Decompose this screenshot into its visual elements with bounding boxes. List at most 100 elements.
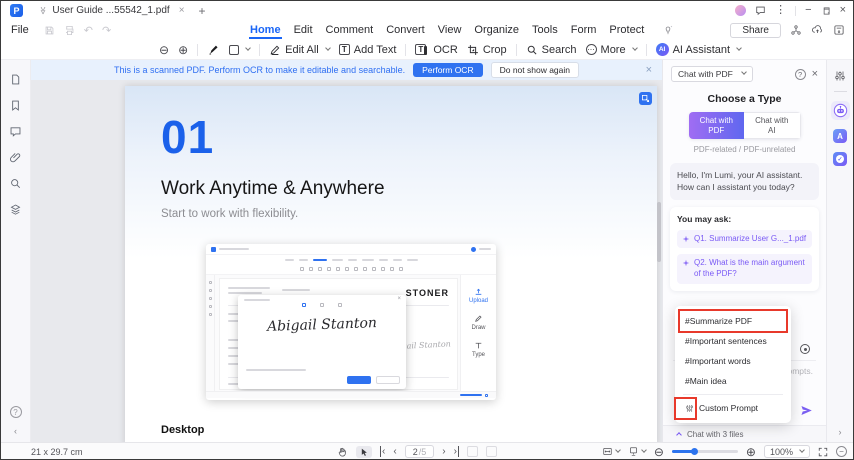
- page-number-input[interactable]: 2 /5: [404, 445, 435, 458]
- section-heading: Desktop: [161, 424, 205, 436]
- more-button[interactable]: … More: [585, 44, 638, 56]
- panel-close-icon[interactable]: ×: [812, 68, 818, 80]
- suggestion-q1[interactable]: Q1. Summarize User G..._1.pdf: [677, 229, 812, 249]
- panel-settings-icon[interactable]: [834, 70, 846, 82]
- edit-all-button[interactable]: Edit All: [269, 44, 331, 56]
- divider: [795, 5, 797, 16]
- chat-with-ai-option[interactable]: Chat with AI: [744, 112, 801, 139]
- tab-comment[interactable]: Comment: [325, 21, 375, 39]
- zoom-in-tool-icon[interactable]: ⊕: [178, 44, 188, 56]
- tab-edit[interactable]: Edit: [293, 21, 314, 39]
- perform-ocr-button[interactable]: Perform OCR: [413, 63, 483, 77]
- pen-icon: [270, 45, 280, 55]
- zoom-out-icon[interactable]: ⊖: [654, 446, 664, 458]
- menu-bar: File ↶ ↷ Home Edit Comment Convert View …: [1, 20, 853, 40]
- crop-button[interactable]: Crop: [467, 44, 507, 56]
- tab-protect[interactable]: Protect: [608, 21, 645, 39]
- rectangle-shape-icon: [229, 44, 240, 55]
- attachments-panel-icon[interactable]: [9, 151, 22, 164]
- prompt-summarize-pdf[interactable]: #Summarize PDF: [675, 309, 791, 333]
- file-menu[interactable]: File: [11, 24, 29, 36]
- bookmarks-panel-icon[interactable]: [9, 99, 22, 112]
- ai-robot-icon[interactable]: [830, 101, 850, 120]
- rail-draw: Draw: [471, 314, 486, 331]
- document-scrollbar[interactable]: [657, 202, 661, 262]
- new-topic-icon[interactable]: [800, 344, 810, 354]
- cloud-upload-icon[interactable]: [811, 24, 824, 36]
- send-icon[interactable]: [800, 404, 813, 417]
- minimize-button[interactable]: −: [805, 5, 811, 16]
- page-scroll-mode-icon[interactable]: [628, 446, 647, 457]
- add-text-button[interactable]: T Add Text: [338, 44, 396, 56]
- zoom-slider[interactable]: [671, 448, 738, 455]
- ai-badge-icon: AI: [655, 43, 669, 56]
- tab-close-icon[interactable]: ×: [179, 5, 185, 16]
- stamps-panel-icon[interactable]: [9, 203, 22, 216]
- do-not-show-again-button[interactable]: Do not show again: [490, 62, 580, 78]
- pdf-page[interactable]: 01 Work Anytime & Anywhere Start to work…: [125, 86, 657, 442]
- first-page-icon[interactable]: ‹: [380, 446, 385, 457]
- zoom-in-icon[interactable]: ⊕: [746, 446, 756, 458]
- tab-view[interactable]: View: [437, 21, 463, 39]
- document-tab[interactable]: ≫ User Guide ...55542_1.pdf ×: [39, 5, 185, 16]
- zoom-slider-handle[interactable]: [690, 448, 698, 455]
- snapshot-tool-icon[interactable]: [639, 92, 652, 105]
- tab-tools[interactable]: Tools: [531, 21, 559, 39]
- tab-home[interactable]: Home: [249, 21, 282, 39]
- share-nodes-icon[interactable]: [790, 24, 802, 36]
- tab-form[interactable]: Form: [570, 21, 598, 39]
- kebab-menu-icon[interactable]: ⋮: [775, 5, 786, 16]
- previous-page-icon[interactable]: ‹: [393, 446, 396, 457]
- ocr-icon: T: [415, 44, 428, 55]
- input-placeholder-fragment[interactable]: ompts.: [787, 366, 813, 376]
- search-button[interactable]: Search: [526, 44, 577, 56]
- close-button[interactable]: ×: [840, 5, 846, 16]
- zoom-out-tool-icon[interactable]: ⊖: [159, 44, 169, 56]
- zoom-level-dropdown[interactable]: 100%: [763, 445, 810, 458]
- collapse-left-rail-icon[interactable]: ‹: [14, 426, 17, 436]
- idea-lamp-icon[interactable]: [662, 24, 674, 36]
- fullscreen-icon[interactable]: [818, 447, 828, 457]
- tab-list-icon[interactable]: ≫: [39, 6, 48, 14]
- ai-assistant-button[interactable]: AI AI Assistant: [655, 43, 742, 56]
- restore-button[interactable]: [821, 6, 831, 16]
- select-tool-icon[interactable]: [356, 445, 372, 458]
- collapse-statusbar-icon[interactable]: −: [836, 446, 847, 457]
- prompt-main-idea[interactable]: #Main idea: [675, 371, 791, 391]
- tab-convert[interactable]: Convert: [385, 21, 426, 39]
- last-page-icon[interactable]: ›: [454, 446, 459, 457]
- shape-tool[interactable]: [229, 44, 251, 55]
- chat-with-pdf-option[interactable]: Chat with PDF: [688, 112, 744, 139]
- collapse-panel-icon[interactable]: ›: [839, 427, 842, 437]
- highlighter-icon[interactable]: [207, 43, 220, 56]
- feedback-icon[interactable]: [755, 5, 766, 16]
- share-button[interactable]: Share: [730, 22, 781, 38]
- search-panel-icon[interactable]: [9, 177, 22, 190]
- tab-organize[interactable]: Organize: [473, 21, 520, 39]
- notification-close-icon[interactable]: ×: [646, 64, 652, 76]
- panel-help-icon[interactable]: ?: [794, 68, 806, 80]
- fit-page-icon[interactable]: [602, 446, 621, 457]
- prompt-important-words[interactable]: #Important words: [675, 351, 791, 371]
- chat-files-bar[interactable]: Chat with 3 files: [663, 425, 826, 442]
- print-icon-disabled: [64, 25, 75, 36]
- suggestion-q2[interactable]: Q2. What is the main argument of the PDF…: [677, 254, 812, 285]
- ocr-button[interactable]: T OCR: [415, 44, 458, 56]
- download-panel-icon[interactable]: [833, 24, 845, 36]
- translate-icon[interactable]: A: [833, 129, 847, 143]
- next-page-icon[interactable]: ›: [442, 446, 445, 457]
- page-tool-icon-disabled: [485, 446, 497, 457]
- rail-type: Type: [472, 341, 485, 358]
- new-tab-button[interactable]: +: [199, 4, 206, 18]
- thumbnails-panel-icon[interactable]: [9, 73, 22, 86]
- mini-ok-button: [347, 376, 371, 384]
- chat-mode-dropdown[interactable]: Chat with PDF: [671, 66, 753, 82]
- more-icon: …: [585, 44, 597, 55]
- prompt-important-sentences[interactable]: #Important sentences: [675, 331, 791, 351]
- user-avatar[interactable]: [735, 5, 747, 16]
- help-icon[interactable]: ?: [9, 406, 22, 418]
- you-may-ask-label: You may ask:: [677, 213, 732, 224]
- comments-panel-icon[interactable]: [9, 125, 22, 138]
- todo-note-icon[interactable]: ✓: [833, 152, 847, 166]
- hand-tool-icon[interactable]: [337, 446, 348, 457]
